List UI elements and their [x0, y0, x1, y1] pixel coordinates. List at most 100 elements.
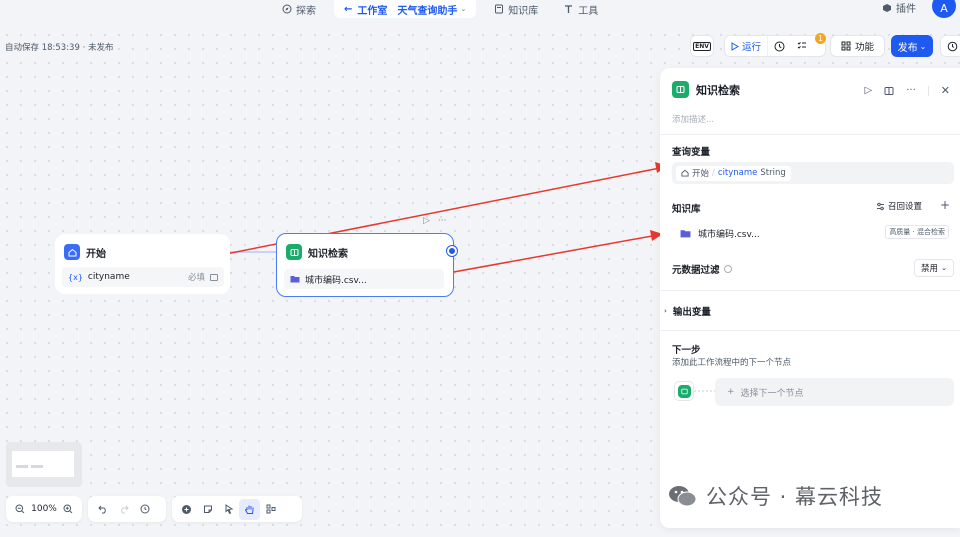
hand-mode-button[interactable] — [239, 498, 260, 520]
chevron-down-icon: ⌄ — [941, 264, 947, 272]
select-next-node-button[interactable]: + 选择下一个节点 — [715, 378, 954, 406]
knowledge-base-title: 知识库 — [672, 204, 701, 215]
panel-title: 知识检索 — [696, 83, 740, 97]
note-icon — [203, 504, 213, 514]
wechat-icon — [668, 484, 698, 508]
minimap[interactable] — [6, 442, 82, 487]
required-label: 必填 — [187, 273, 205, 283]
start-variable-row: {x} cityname 必填 — [62, 267, 224, 287]
minimap-viewport — [12, 451, 74, 477]
redo-icon — [119, 504, 129, 514]
undo-icon — [97, 504, 108, 514]
knowledge-dataset-name: 城市编码.csv... — [305, 275, 367, 286]
next-connector-line — [694, 390, 716, 392]
query-variable-chip: 开始 / cityname String — [676, 165, 791, 181]
metadata-filter-value: 禁用 — [921, 264, 939, 274]
history-icon — [140, 504, 150, 514]
node-config-panel: 知识检索 ▷ ··· ✕ 添加描述... 查询变量 开始 / cityname … — [660, 68, 960, 528]
folder-icon — [680, 229, 691, 238]
start-node[interactable]: 开始 {x} cityname 必填 — [55, 234, 230, 294]
type-icon — [210, 273, 218, 281]
annotation-arrow-dataset — [436, 235, 653, 276]
divider — [660, 134, 960, 135]
cursor-icon — [224, 504, 234, 514]
add-note-button[interactable] — [197, 499, 218, 520]
knowledge-node-title: 知识检索 — [308, 248, 348, 260]
organize-button[interactable] — [260, 499, 281, 520]
knowledge-book-icon — [672, 81, 689, 98]
panel-run-icon[interactable]: ▷ — [865, 85, 873, 96]
metadata-filter-select[interactable]: 禁用 ⌄ — [914, 259, 954, 277]
home-icon — [681, 169, 689, 177]
chevron-right-icon: › — [664, 307, 667, 315]
divider — [660, 290, 960, 291]
undo-button[interactable] — [92, 499, 113, 520]
knowledge-node-header: 知识检索 — [286, 244, 348, 260]
next-step-title: 下一步 — [672, 345, 701, 356]
knowledge-dataset-item[interactable]: 城市编码.csv... 高质量 · 混合检索 — [672, 221, 954, 245]
start-node-title: 开始 — [86, 248, 106, 260]
watermark: 公众号 · 幕云科技 — [668, 481, 883, 511]
zoom-out-button[interactable] — [10, 499, 29, 520]
panel-tools-divider — [927, 85, 929, 96]
metadata-filter-row: 元数据过滤 — [672, 262, 732, 276]
node-run-icon[interactable]: ▷ — [423, 216, 430, 226]
add-circle-icon — [181, 504, 192, 515]
redo-button[interactable] — [113, 499, 134, 520]
query-variable-name: cityname — [717, 168, 758, 178]
sliders-icon — [876, 202, 885, 211]
layout-icon — [266, 504, 276, 514]
select-next-node-label: 选择下一个节点 — [740, 388, 804, 399]
info-icon — [723, 265, 732, 273]
knowledge-book-icon — [677, 384, 691, 398]
query-variable-title: 查询变量 — [672, 147, 711, 158]
add-node-button[interactable] — [176, 499, 197, 520]
knowledge-node[interactable]: 知识检索 城市编码.csv... — [276, 233, 454, 297]
plus-icon: + — [727, 387, 735, 397]
output-variables-toggle[interactable]: › 输出变量 — [664, 304, 711, 318]
knowledge-dataset-row: 城市编码.csv... — [284, 269, 444, 289]
dataset-name: 城市编码.csv... — [698, 229, 760, 240]
panel-more-icon[interactable]: ··· — [906, 85, 916, 96]
panel-description-input[interactable]: 添加描述... — [672, 113, 714, 125]
node-more-icon[interactable]: ··· — [438, 216, 447, 226]
metadata-filter-label: 元数据过滤 — [672, 265, 720, 276]
add-knowledge-icon[interactable]: + — [940, 198, 950, 212]
add-next-node-port[interactable] — [447, 246, 457, 256]
start-node-header: 开始 — [64, 244, 106, 260]
zoom-out-icon — [15, 504, 25, 514]
panel-header: 知识检索 — [672, 81, 740, 98]
panel-tools: ▷ ··· ✕ — [865, 84, 950, 97]
minimap-node — [31, 465, 43, 468]
zoom-in-button[interactable] — [59, 499, 78, 520]
version-history-button[interactable] — [134, 499, 155, 520]
minimap-node — [16, 465, 28, 468]
close-icon[interactable]: ✕ — [941, 84, 950, 97]
pointer-mode-button[interactable] — [218, 499, 239, 520]
history-controls — [88, 496, 166, 522]
node-mini-toolbar: ▷ ··· — [423, 216, 447, 226]
output-variables-label: 输出变量 — [672, 307, 711, 318]
home-icon — [64, 244, 80, 260]
variable-icon: {x} — [68, 272, 83, 282]
divider — [660, 330, 960, 331]
query-variable-field[interactable]: 开始 / cityname String — [672, 162, 954, 184]
query-variable-type: String — [760, 168, 786, 178]
separator: / — [712, 168, 715, 178]
zoom-controls: 100% — [6, 496, 82, 522]
zoom-in-icon — [63, 504, 73, 514]
panel-docs-icon[interactable] — [884, 86, 894, 96]
current-node-icon — [674, 381, 694, 401]
query-source-node: 开始 — [692, 169, 710, 179]
next-step-description: 添加此工作流程中的下一个节点 — [672, 358, 792, 368]
zoom-level[interactable]: 100% — [29, 504, 59, 514]
recall-settings-button[interactable]: 召回设置 — [876, 200, 922, 212]
hand-icon — [244, 504, 255, 515]
start-variable-name: cityname — [87, 272, 130, 282]
canvas-tools — [172, 496, 302, 522]
dataset-index-tag: 高质量 · 混合检索 — [885, 225, 949, 239]
folder-icon — [290, 275, 300, 283]
knowledge-book-icon — [286, 244, 302, 260]
watermark-text: 公众号 · 幕云科技 — [706, 485, 884, 509]
recall-settings-label: 召回设置 — [888, 202, 923, 212]
